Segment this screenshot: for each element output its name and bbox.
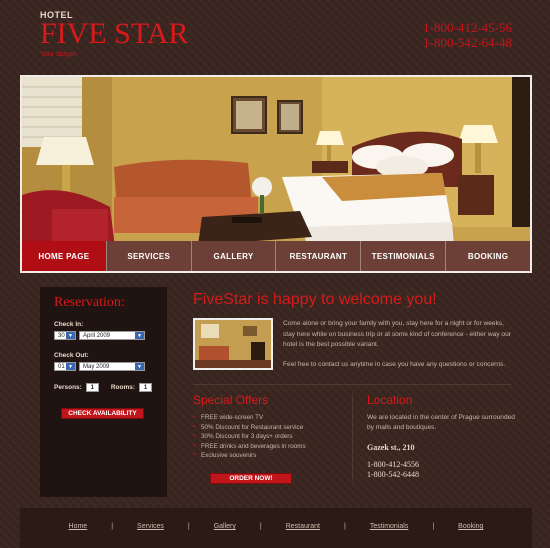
- rooms-label: Rooms:: [110, 384, 136, 391]
- footer-separator: |: [111, 523, 114, 530]
- check-out-day-select[interactable]: 01 ▼: [54, 362, 76, 371]
- welcome-room-image: [193, 318, 273, 370]
- footer-separator: |: [343, 523, 346, 530]
- footer-link-gallery[interactable]: Gallery: [214, 523, 236, 530]
- location-phones: 1-800-412-4556 1-800-542-6448: [367, 460, 517, 480]
- chevron-down-icon: ▼: [66, 363, 75, 370]
- check-in-month-select[interactable]: April 2009 ▼: [79, 331, 145, 340]
- footer-link-restaurant[interactable]: Restaurant: [286, 523, 320, 530]
- section-divider: [193, 384, 511, 385]
- nav-testimonials[interactable]: TESTIMONIALS: [360, 241, 446, 271]
- footer: Home | Services | Gallery | Restaurant |…: [20, 508, 532, 548]
- nav-booking[interactable]: BOOKING: [445, 241, 530, 271]
- hero-banner: HOME PAGE SERVICES GALLERY RESTAURANT TE…: [20, 75, 532, 273]
- location-section: Location We are located in the center of…: [367, 393, 517, 480]
- check-out-label: Check Out:: [54, 352, 89, 359]
- footer-separator: |: [432, 523, 435, 530]
- main-nav: HOME PAGE SERVICES GALLERY RESTAURANT TE…: [22, 241, 530, 271]
- nav-home-page[interactable]: HOME PAGE: [22, 241, 106, 271]
- guest-counts: Persons: 1 Rooms: 1: [54, 383, 153, 392]
- check-out-month-select[interactable]: May 2009 ▼: [79, 362, 145, 371]
- special-offers-title: Special Offers: [193, 393, 269, 407]
- welcome-paragraph-2: Feel free to contact us anytime in case …: [283, 360, 506, 368]
- footer-separator: |: [259, 523, 262, 530]
- check-in-month-value: April 2009: [83, 332, 111, 339]
- header-phone-2: 1-800-542-64-48: [423, 35, 512, 50]
- offers-list: FREE wide-screen TV 50% Discount for Res…: [193, 413, 343, 461]
- reservation-title: Reservation:: [54, 295, 125, 310]
- logo-tagline: Your slogan: [40, 51, 77, 58]
- nav-restaurant[interactable]: RESTAURANT: [275, 241, 361, 271]
- offer-item: Exclusive souvenirs: [193, 451, 343, 461]
- nav-services[interactable]: SERVICES: [105, 241, 191, 271]
- check-in-day-value: 30: [58, 332, 65, 339]
- persons-label: Persons:: [54, 384, 82, 391]
- nav-gallery[interactable]: GALLERY: [190, 241, 276, 271]
- logo[interactable]: HOTEL FIVE STAR Your slogan: [40, 10, 188, 58]
- chevron-down-icon: ▼: [135, 332, 144, 339]
- rooms-input[interactable]: 1: [139, 383, 153, 392]
- header-phone-1: 1-800-412-45-56: [423, 20, 512, 35]
- footer-link-testimonials[interactable]: Testimonials: [370, 523, 409, 530]
- footer-link-services[interactable]: Services: [137, 523, 164, 530]
- footer-separator: |: [187, 523, 190, 530]
- check-in-day-select[interactable]: 30 ▼: [54, 331, 76, 340]
- welcome-text: Come alone or bring your family with you…: [283, 319, 515, 370]
- welcome-paragraph-1: Come alone or bring your family with you…: [283, 320, 511, 348]
- offer-item: FREE drinks and beverages in rooms: [193, 442, 343, 452]
- offer-item: 50% Discount for Restaurant service: [193, 423, 343, 433]
- persons-input[interactable]: 1: [85, 383, 99, 392]
- welcome-title: FiveStar is happy to welcome you!: [193, 291, 437, 308]
- footer-nav: Home | Services | Gallery | Restaurant |…: [20, 523, 532, 530]
- column-divider: [352, 393, 353, 481]
- location-address: Gazek st., 210: [367, 442, 415, 452]
- check-out-month-value: May 2009: [83, 363, 110, 370]
- header-phones: 1-800-412-45-56 1-800-542-64-48: [423, 20, 512, 50]
- location-phone-2: 1-800-542-6448: [367, 469, 419, 479]
- location-title: Location: [367, 393, 413, 407]
- footer-link-booking[interactable]: Booking: [458, 523, 483, 530]
- chevron-down-icon: ▼: [66, 332, 75, 339]
- check-out-day-value: 01: [58, 363, 65, 370]
- offer-item: 30% Discount for 3 days+ orders: [193, 432, 343, 442]
- location-text: We are located in the center of Prague s…: [367, 414, 515, 431]
- check-in-row: 30 ▼ April 2009 ▼: [54, 331, 153, 340]
- footer-link-home[interactable]: Home: [69, 523, 88, 530]
- check-in-label: Check In:: [54, 321, 84, 328]
- offer-item: FREE wide-screen TV: [193, 413, 343, 423]
- logo-title: FIVE STAR: [40, 17, 189, 50]
- special-offers: Special Offers FREE wide-screen TV 50% D…: [193, 393, 343, 484]
- location-phone-1: 1-800-412-4556: [367, 459, 419, 469]
- check-availability-button[interactable]: CHECK AVAILABILITY: [61, 408, 144, 419]
- chevron-down-icon: ▼: [135, 363, 144, 370]
- order-now-button[interactable]: ORDER NOW!: [210, 472, 292, 484]
- reservation-panel: Reservation: Check In: 30 ▼ April 2009 ▼…: [40, 287, 167, 497]
- check-out-row: 01 ▼ May 2009 ▼: [54, 362, 153, 371]
